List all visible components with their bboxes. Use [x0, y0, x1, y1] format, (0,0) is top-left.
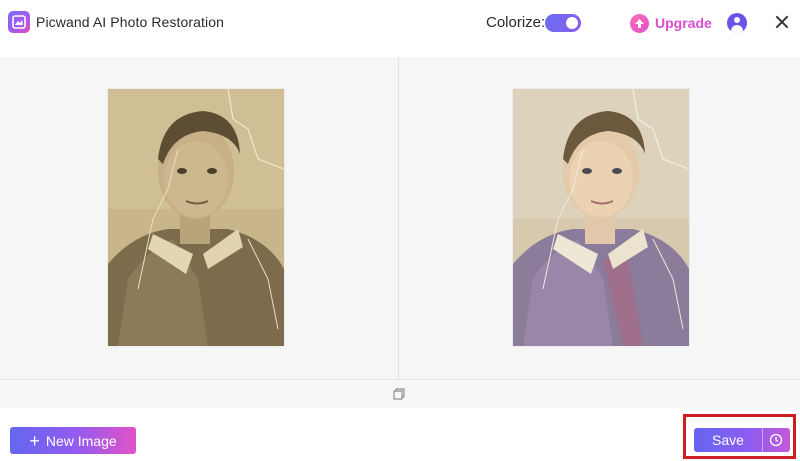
title-bar: Picwand AI Photo Restoration Colorize: U… [0, 0, 800, 46]
save-label: Save [712, 432, 744, 448]
upgrade-arrow-icon [630, 13, 649, 33]
colorize-toggle[interactable] [545, 14, 581, 32]
upgrade-button[interactable]: Upgrade [630, 12, 712, 34]
app-logo-icon [8, 11, 30, 33]
new-image-button[interactable]: + New Image [10, 427, 136, 454]
colorize-label: Colorize: [486, 14, 546, 31]
preview-area [0, 57, 800, 379]
close-icon[interactable] [774, 14, 790, 30]
compare-toolbar [0, 379, 800, 408]
history-icon[interactable] [769, 433, 783, 447]
toggle-knob [566, 17, 578, 29]
original-photo [108, 89, 284, 346]
compare-icon[interactable] [393, 387, 405, 400]
upgrade-label: Upgrade [655, 15, 712, 31]
new-image-label: New Image [45, 432, 117, 449]
account-icon[interactable] [727, 13, 747, 33]
restored-photo [513, 89, 689, 346]
app-title: Picwand AI Photo Restoration [36, 14, 225, 30]
save-separator [762, 428, 763, 452]
plus-icon: + [29, 430, 40, 451]
save-button[interactable]: Save [694, 428, 790, 452]
compare-divider [398, 57, 399, 379]
